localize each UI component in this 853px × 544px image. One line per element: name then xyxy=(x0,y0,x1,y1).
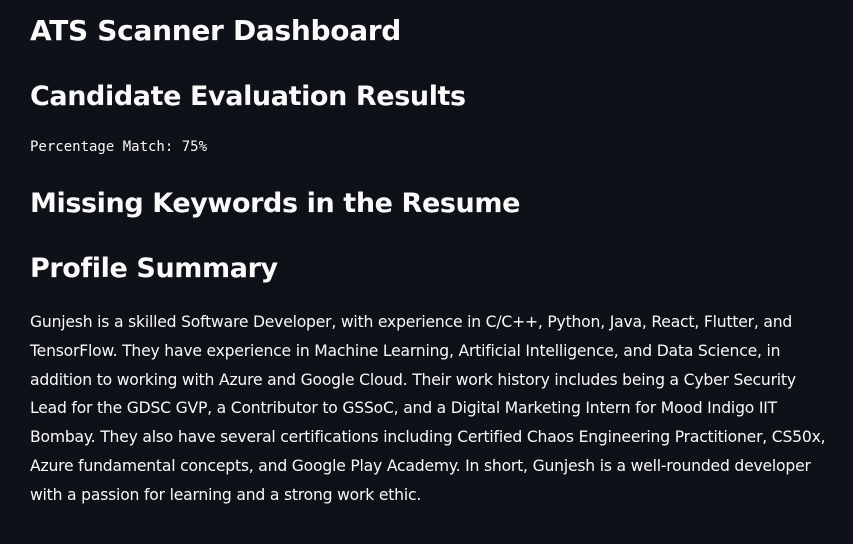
page-title: ATS Scanner Dashboard xyxy=(30,14,402,47)
profile-summary-text: Gunjesh is a skilled Software Developer,… xyxy=(30,313,826,504)
dashboard-page: ATS Scanner Dashboard Candidate Evaluati… xyxy=(0,0,853,544)
profile-summary-heading: Profile Summary xyxy=(30,253,278,284)
evaluation-results-heading: Candidate Evaluation Results xyxy=(30,81,466,112)
missing-keywords-heading: Missing Keywords in the Resume xyxy=(30,188,520,219)
percentage-match-text: Percentage Match: 75% xyxy=(30,139,208,155)
